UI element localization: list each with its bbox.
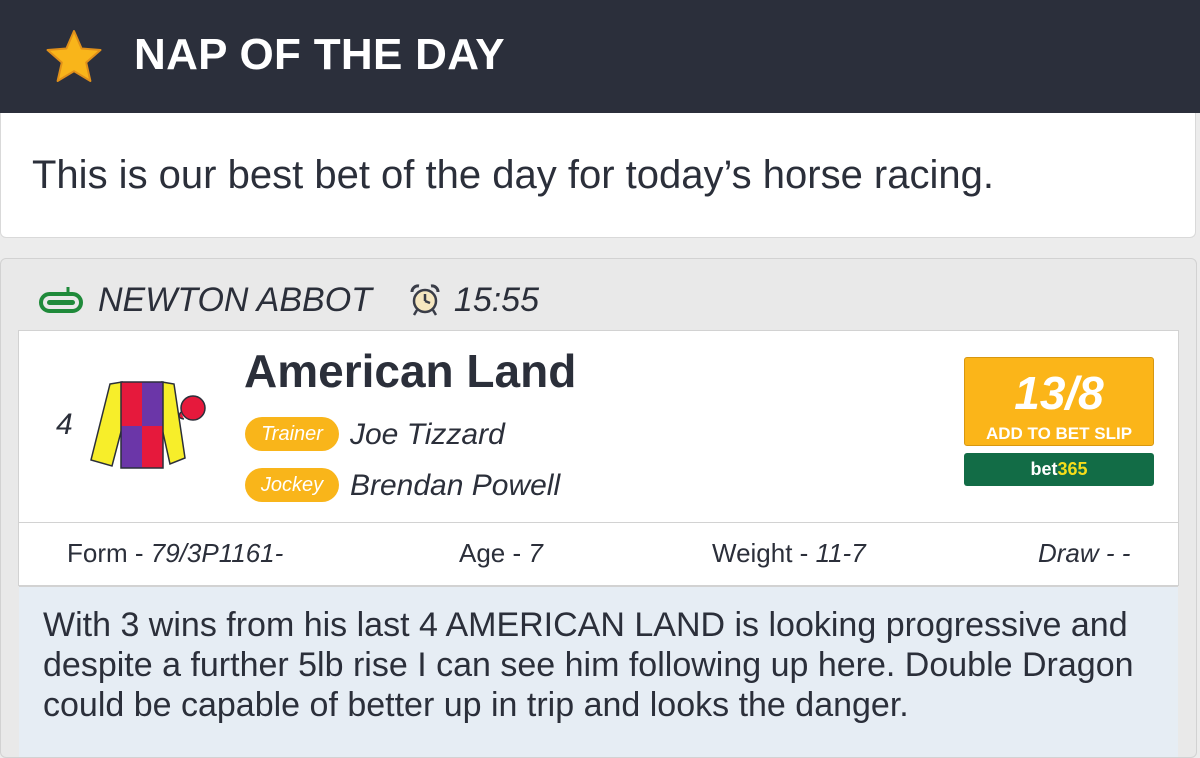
bookmaker-name-part1: bet bbox=[1030, 459, 1058, 479]
intro-panel: This is our best bet of the day for toda… bbox=[0, 113, 1196, 238]
draw-stat: Draw - - bbox=[1038, 538, 1130, 569]
alarm-clock-icon bbox=[410, 284, 440, 316]
draw-label: Draw - bbox=[1038, 538, 1122, 568]
weight-label: Weight - bbox=[712, 538, 816, 568]
form-stat: Form - 79/3P1161- bbox=[67, 538, 283, 569]
age-label: Age - bbox=[459, 538, 529, 568]
weight-stat: Weight - 11-7 bbox=[712, 538, 866, 569]
star-icon bbox=[46, 30, 102, 82]
race-header: NEWTON ABBOT 15:55 bbox=[38, 280, 540, 320]
trainer-name[interactable]: Joe Tizzard bbox=[350, 418, 505, 452]
jockey-silks-icon bbox=[90, 381, 206, 469]
form-value: 79/3P1161- bbox=[150, 538, 284, 568]
page-title: NAP OF THE DAY bbox=[134, 30, 505, 79]
draw-value: - bbox=[1121, 538, 1131, 568]
runner-number: 4 bbox=[56, 408, 73, 441]
odds-value: 13/8 bbox=[1014, 367, 1104, 419]
bookmaker-badge[interactable]: bet 365 bbox=[964, 453, 1154, 486]
nap-header: NAP OF THE DAY bbox=[0, 0, 1200, 113]
race-time: 15:55 bbox=[453, 280, 540, 319]
race-course[interactable]: NEWTON ABBOT bbox=[98, 281, 372, 320]
tipster-comment: With 3 wins from his last 4 AMERICAN LAN… bbox=[43, 606, 1134, 724]
intro-text: This is our best bet of the day for toda… bbox=[32, 153, 994, 197]
bookmaker-name-part2: 365 bbox=[1057, 459, 1088, 479]
jockey-name[interactable]: Brendan Powell bbox=[350, 469, 560, 503]
form-label: Form - bbox=[67, 538, 151, 568]
horse-name[interactable]: American Land bbox=[244, 344, 576, 398]
tipster-comment-panel: With 3 wins from his last 4 AMERICAN LAN… bbox=[19, 586, 1178, 757]
racetrack-icon bbox=[39, 287, 83, 313]
age-value: 7 bbox=[528, 538, 543, 568]
divider bbox=[19, 522, 1178, 523]
weight-value: 11-7 bbox=[815, 538, 866, 568]
jockey-label-pill: Jockey bbox=[245, 468, 339, 502]
trainer-label-pill: Trainer bbox=[245, 417, 339, 451]
add-to-bet-slip-button[interactable]: 13/8 ADD TO BET SLIP bbox=[964, 357, 1154, 446]
add-to-bet-slip-label: ADD TO BET SLIP bbox=[985, 424, 1133, 443]
age-stat: Age - 7 bbox=[459, 538, 543, 569]
